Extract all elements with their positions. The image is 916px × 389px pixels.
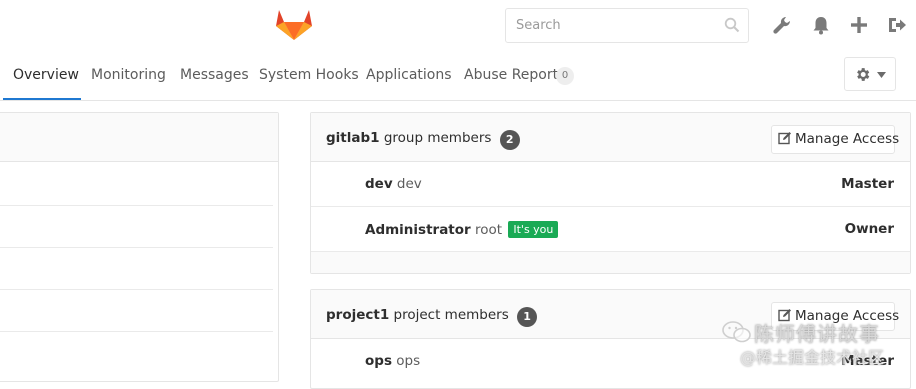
group-name-link[interactable]: gitlab1 bbox=[326, 130, 380, 146]
member-role: Owner bbox=[844, 221, 894, 237]
panel-title: project1 project members 1 bbox=[326, 307, 538, 327]
admin-tabs: Overview Monitoring Messages System Hook… bbox=[0, 50, 916, 101]
wrench-icon[interactable] bbox=[771, 14, 793, 36]
active-tab-indicator bbox=[3, 98, 81, 100]
panel-footer bbox=[311, 252, 910, 273]
list-divider bbox=[0, 205, 273, 206]
panel-header: gitlab1 group members 2 Manage Access bbox=[311, 113, 910, 162]
member-display-name[interactable]: ops bbox=[365, 353, 392, 369]
search-input[interactable] bbox=[506, 9, 706, 42]
panel-title-suffix: project members bbox=[393, 307, 509, 323]
member-name: Administrator root It's you bbox=[365, 221, 559, 238]
project-name-link[interactable]: project1 bbox=[326, 307, 389, 323]
wechat-icon bbox=[722, 321, 751, 343]
member-name: ops ops bbox=[365, 353, 420, 369]
manage-access-label: Manage Access bbox=[795, 131, 900, 147]
tab-abuse-reports[interactable]: Abuse Reports bbox=[464, 67, 565, 83]
member-row: dev dev Master bbox=[311, 162, 910, 207]
gear-icon bbox=[857, 68, 870, 81]
settings-dropdown-button[interactable] bbox=[844, 57, 896, 91]
caret-down-icon bbox=[877, 72, 886, 78]
tab-system-hooks[interactable]: System Hooks bbox=[259, 67, 359, 83]
watermark: 陈师傅讲故事 @稀土掘金技术社区 bbox=[718, 316, 916, 373]
member-username: ops bbox=[396, 353, 421, 369]
search-icon bbox=[724, 17, 740, 33]
member-display-name[interactable]: Administrator bbox=[365, 222, 471, 238]
tab-applications[interactable]: Applications bbox=[366, 67, 452, 83]
watermark-source: @稀土掘金技术社区 bbox=[740, 348, 885, 367]
abuse-reports-count-badge: 0 bbox=[556, 67, 574, 85]
member-display-name[interactable]: dev bbox=[365, 176, 393, 192]
tab-overview[interactable]: Overview bbox=[13, 67, 79, 83]
plus-icon[interactable] bbox=[848, 14, 870, 36]
left-panel-header bbox=[0, 113, 278, 162]
its-you-badge: It's you bbox=[508, 221, 559, 238]
list-divider bbox=[0, 289, 273, 290]
member-count-badge: 2 bbox=[499, 130, 520, 150]
left-info-panel bbox=[0, 112, 279, 382]
member-role: Master bbox=[841, 176, 894, 192]
list-divider bbox=[0, 247, 273, 248]
panel-title: gitlab1 group members 2 bbox=[326, 130, 520, 150]
edit-icon bbox=[778, 132, 791, 145]
member-username: dev bbox=[396, 176, 422, 192]
manage-access-button[interactable]: Manage Access bbox=[771, 125, 899, 154]
top-navbar bbox=[0, 0, 916, 50]
tab-monitoring[interactable]: Monitoring bbox=[91, 67, 166, 83]
member-count-badge: 1 bbox=[517, 307, 538, 327]
watermark-author: 陈师傅讲故事 bbox=[754, 322, 880, 346]
member-row: Administrator root It's you Owner bbox=[311, 207, 910, 252]
bell-icon[interactable] bbox=[810, 14, 832, 36]
group-members-panel: gitlab1 group members 2 Manage Access de… bbox=[310, 112, 911, 274]
member-username: root bbox=[474, 222, 503, 238]
gitlab-logo-icon[interactable] bbox=[275, 6, 313, 42]
list-divider bbox=[0, 331, 273, 332]
sign-out-icon[interactable] bbox=[886, 14, 908, 36]
search-box[interactable] bbox=[505, 8, 749, 43]
member-name: dev dev bbox=[365, 176, 422, 192]
panel-title-suffix: group members bbox=[383, 130, 492, 146]
tab-messages[interactable]: Messages bbox=[180, 67, 249, 83]
